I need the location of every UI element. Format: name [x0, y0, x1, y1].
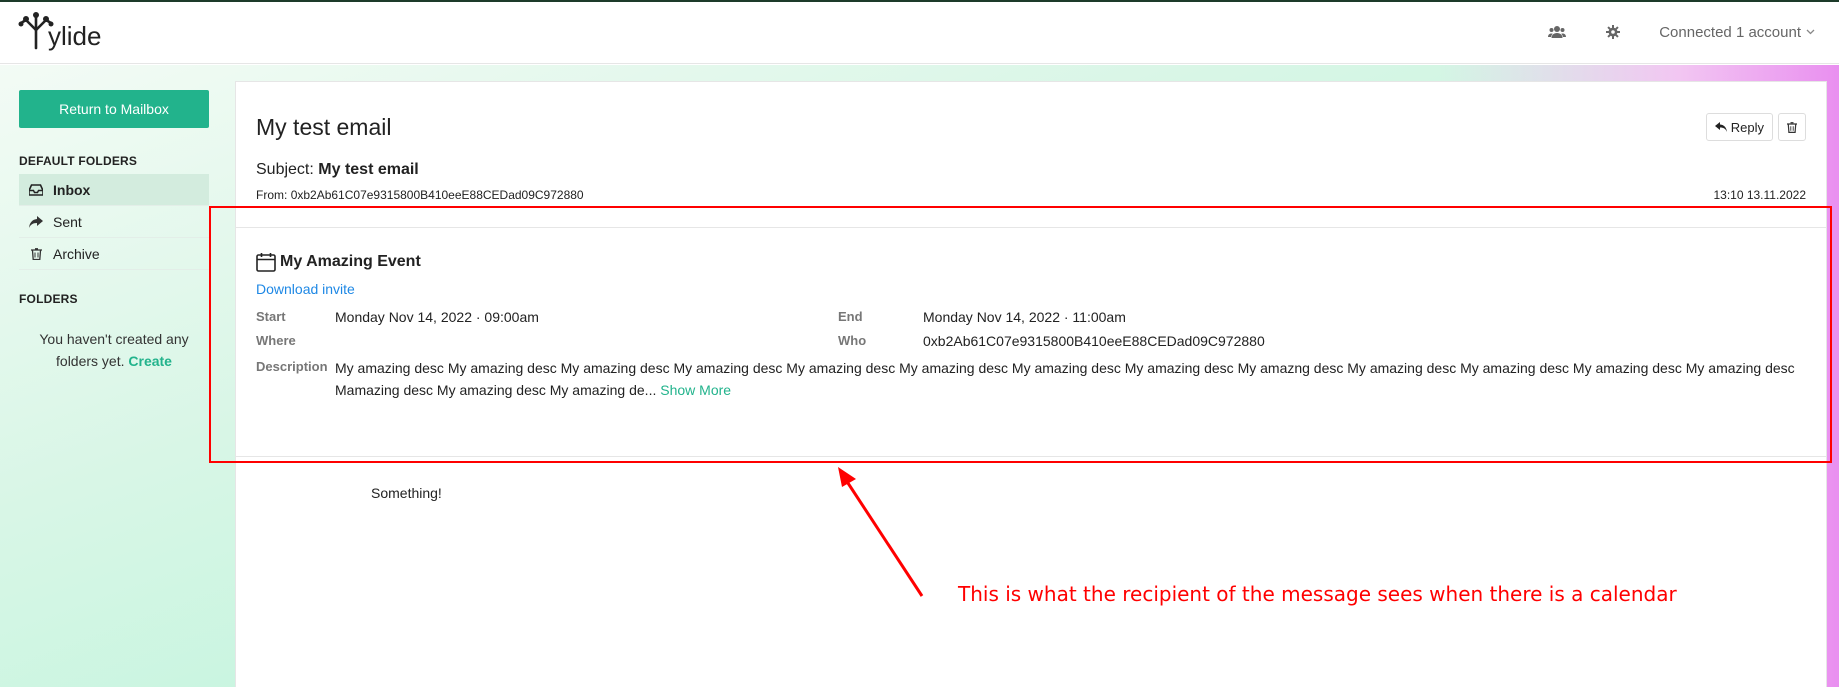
account-dropdown[interactable]: Connected 1 account [1659, 24, 1815, 41]
app-header: ylide Connected 1 account [0, 2, 1839, 64]
account-label: Connected 1 account [1659, 23, 1801, 41]
logo-text: ylide [48, 21, 102, 51]
reply-icon [1714, 122, 1727, 132]
email-from: From: 0xb2Ab61C07e9315800B410eeE88CEDad0… [256, 188, 584, 202]
empty-note-line1: You haven't created any [39, 331, 189, 347]
reply-label: Reply [1730, 119, 1764, 135]
sidebar-item-archive[interactable]: Archive [19, 238, 209, 270]
delete-button[interactable] [1778, 113, 1806, 141]
email-subject: Subject: My test email [256, 161, 419, 179]
sidebar-item-label: Sent [53, 213, 82, 230]
header-actions: Connected 1 account [1547, 22, 1815, 42]
annotation-text: This is what the recipient of the messag… [958, 582, 1677, 606]
default-folders-title: DEFAULT FOLDERS [19, 154, 138, 168]
sidebar-item-label: Archive [53, 245, 100, 262]
sidebar-item-inbox[interactable]: Inbox [19, 174, 209, 206]
subject-value: My test email [318, 161, 419, 178]
folders-title: FOLDERS [19, 292, 78, 306]
gear-icon[interactable] [1603, 22, 1623, 42]
annotation-arrow [838, 467, 924, 597]
email-date: 13:10 13.11.2022 [1713, 188, 1806, 202]
from-label: From: [256, 188, 288, 202]
email-body: Something! [371, 485, 442, 501]
reply-button[interactable]: Reply [1705, 113, 1773, 141]
annotation-highlight-box [209, 206, 1832, 463]
logo[interactable]: ylide [18, 10, 101, 50]
users-icon[interactable] [1547, 22, 1567, 42]
sidebar: Return to Mailbox DEFAULT FOLDERS Inbox … [19, 90, 209, 372]
inbox-icon [29, 183, 43, 197]
email-actions: Reply [1705, 113, 1806, 141]
trash-icon [29, 247, 43, 261]
chevron-down-icon [1806, 26, 1815, 38]
share-icon [29, 215, 43, 229]
empty-folders-note: You haven't created any folders yet. Cre… [19, 328, 209, 372]
empty-note-line2: folders yet. [56, 353, 125, 369]
sidebar-item-label: Inbox [53, 181, 91, 198]
from-value: 0xb2Ab61C07e9315800B410eeE88CEDad09C9728… [290, 188, 584, 202]
subject-label: Subject: [256, 161, 314, 178]
sidebar-item-sent[interactable]: Sent [19, 206, 209, 238]
create-folder-link[interactable]: Create [128, 353, 172, 369]
trash-icon [1787, 121, 1797, 133]
email-title: My test email [256, 114, 392, 140]
return-to-mailbox-button[interactable]: Return to Mailbox [19, 90, 209, 128]
